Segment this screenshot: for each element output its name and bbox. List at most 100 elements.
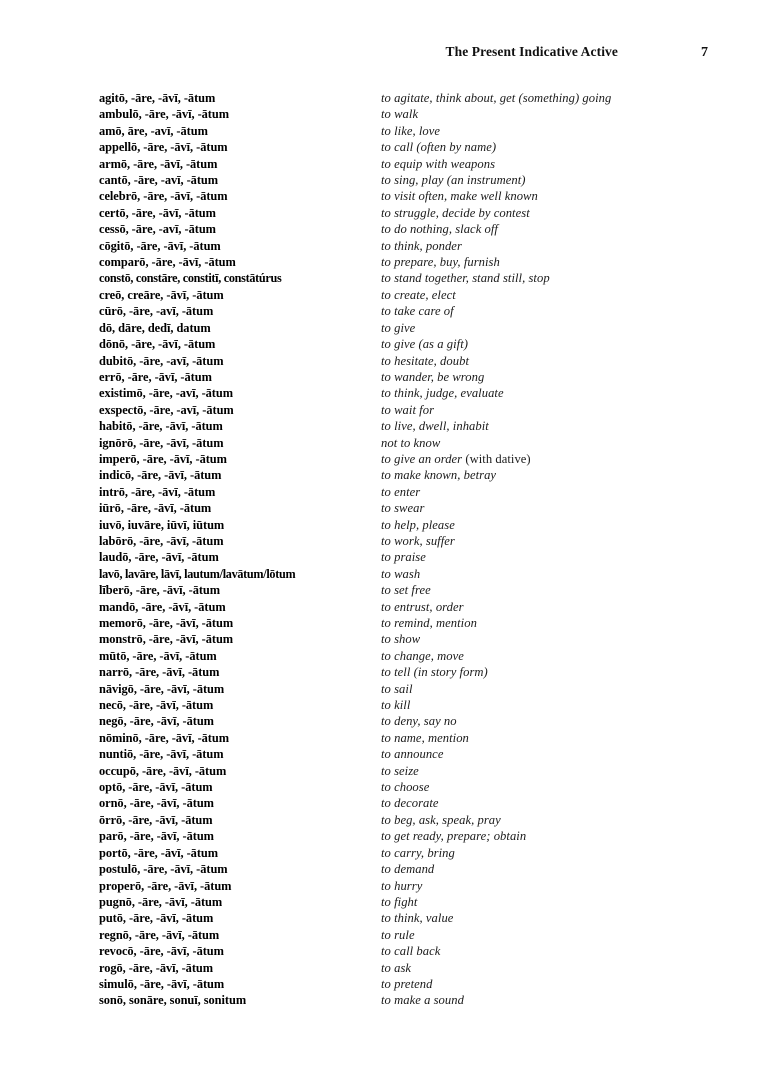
- english-meaning: to praise: [381, 550, 426, 565]
- vocabulary-entry: simulō, -āre, -āvī, -ātum to pretend: [99, 976, 699, 992]
- vocabulary-entry: dō, dāre, dedī, datum to give: [99, 320, 699, 336]
- principal-parts: creō, creāre, -āvī, -ātum: [99, 287, 224, 302]
- principal-parts: simulō, -āre, -āvī, -ātum: [99, 976, 225, 991]
- vocabulary-entry: postulō, -āre, -āvī, -ātum to demand: [99, 861, 699, 877]
- vocabulary-entry: cōgitō, -āre, -āvī, -ātum to think, ponde…: [99, 238, 699, 254]
- english-meaning: to beg, ask, speak, pray: [381, 812, 501, 827]
- vocabulary-entry: ambulō, -āre, -āvī, -ātum to walk: [99, 106, 699, 122]
- principal-parts: errō, -āre, -āvī, -ātum: [99, 369, 212, 384]
- english-meaning: to stand together, stand still, stop: [381, 271, 550, 286]
- vocabulary-entry: mūtō, -āre, -āvī, -ātum to change, move: [99, 648, 699, 664]
- principal-parts: amō, āre, -avī, -ātum: [99, 123, 208, 138]
- vocabulary-entry: dubitō, -āre, -avī, -ātum to hesitate, do…: [99, 353, 699, 369]
- running-head: The Present Indicative Active 7: [96, 44, 708, 66]
- principal-parts: sonō, sonāre, sonuī, sonitum: [99, 993, 247, 1008]
- principal-parts: optō, -āre, -āvī, -ātum: [99, 780, 213, 795]
- principal-parts: mūtō, -āre, -āvī, -ātum: [99, 648, 217, 663]
- principal-parts: līberō, -āre, -āvī, -ātum: [99, 583, 221, 598]
- meaning-text: to give an order: [381, 451, 466, 466]
- principal-parts: dō, dāre, dedī, datum: [99, 320, 211, 335]
- english-meaning: to sing, play (an instrument): [381, 173, 526, 188]
- vocabulary-entry: cessō, -āre, -avī, -ātum to do nothing, s…: [99, 221, 699, 237]
- vocabulary-entry: dōnō, -āre, -āvī, -ātum to give (as a gif…: [99, 336, 699, 352]
- vocabulary-entry: agitō, -āre, -āvī, -ātum to agitate, thin…: [99, 90, 699, 106]
- principal-parts: habitō, -āre, -āvī, -ātum: [99, 419, 223, 434]
- english-meaning: to remind, mention: [381, 616, 477, 630]
- vocabulary-entry: comparō, -āre, -āvī, -ātum to prepare, bu…: [99, 254, 699, 270]
- vocabulary-entry: lavō, lavāre, lāvī, lautum/lavātum/lōtum…: [99, 566, 699, 582]
- principal-parts: necō, -āre, -āvī, -ātum: [99, 698, 214, 713]
- vocabulary-entry: sonō, sonāre, sonuī, sonitum to make a so…: [99, 992, 699, 1008]
- vocabulary-entry: cantō, -āre, -avī, -ātum to sing, play (a…: [99, 172, 699, 188]
- principal-parts: dubitō, -āre, -avī, -ātum: [99, 353, 224, 368]
- english-meaning: to tell (in story form): [381, 665, 488, 680]
- english-meaning: to struggle, decide by contest: [381, 205, 530, 220]
- english-meaning: to give: [381, 320, 416, 335]
- vocabulary-entry: occupō, -āre, -āvī, -ātum to seize: [99, 763, 699, 779]
- english-meaning: to call back: [381, 944, 441, 959]
- vocabulary-entry: pugnō, -āre, -āvī, -ātum to fight: [99, 894, 699, 910]
- english-meaning: to decorate: [381, 796, 439, 811]
- vocabulary-entry: amō, āre, -avī, -ātum to like, love: [99, 123, 699, 139]
- english-meaning: to think, value: [381, 911, 454, 926]
- english-meaning: to seize: [381, 763, 419, 778]
- english-meaning: to swear: [381, 501, 425, 516]
- principal-parts: cessō, -āre, -avī, -ātum: [99, 222, 216, 237]
- principal-parts: pugnō, -āre, -āvī, -ātum: [99, 894, 223, 909]
- english-meaning: to get ready, prepare; obtain: [381, 829, 527, 844]
- principal-parts: ōrrō, -āre, -āvī, -ātum: [99, 812, 213, 827]
- principal-parts: nōminō, -āre, -āvī, -ātum: [99, 730, 229, 745]
- vocabulary-entry: exspectō, -āre, -avī, -ātum to wait for: [99, 402, 699, 418]
- english-meaning: to name, mention: [381, 730, 469, 745]
- english-meaning: to help, please: [381, 517, 455, 532]
- vocabulary-entry: monstrō, -āre, -āvī, -ātum to show: [99, 631, 699, 647]
- principal-parts: iuvō, iuvāre, iūvī, iūtum: [99, 517, 225, 532]
- principal-parts: portō, -āre, -āvī, -ātum: [99, 845, 219, 860]
- english-meaning: not to know: [381, 435, 441, 450]
- principal-parts: regnō, -āre, -āvī, -ātum: [99, 927, 220, 942]
- vocabulary-entry: properō, -āre, -āvī, -ātum to hurry: [99, 878, 699, 894]
- vocabulary-list: agitō, -āre, -āvī, -ātum to agitate, thin…: [99, 90, 699, 1009]
- principal-parts: nuntiō, -āre, -āvī, -ātum: [99, 747, 224, 762]
- principal-parts: occupō, -āre, -āvī, -ātum: [99, 763, 227, 778]
- vocabulary-entry: laudō, -āre, -āvī, -ātum to praise: [99, 549, 699, 565]
- principal-parts: lavō, lavāre, lāvī, lautum/lavātum/lōtum: [99, 566, 296, 581]
- english-meaning: to hesitate, doubt: [381, 353, 469, 368]
- principal-parts: intrō, -āre, -āvī, -ātum: [99, 484, 216, 499]
- english-meaning: to think, judge, evaluate: [381, 386, 504, 401]
- page-number: 7: [701, 45, 708, 60]
- vocabulary-entry: ignōrō, -āre, -āvī, -ātum not to know: [99, 435, 699, 451]
- principal-parts: imperō, -āre, -āvī, -ātum: [99, 451, 227, 466]
- english-meaning: to demand: [381, 862, 435, 877]
- english-meaning: to make known, betray: [381, 468, 497, 483]
- vocabulary-entry: portō, -āre, -āvī, -ātum to carry, bring: [99, 845, 699, 861]
- english-meaning: to rule: [381, 927, 415, 942]
- english-meaning: to take care of: [381, 304, 454, 319]
- english-meaning: to entrust, order: [381, 599, 464, 614]
- principal-parts: ignōrō, -āre, -āvī, -ātum: [99, 435, 224, 450]
- principal-parts: comparō, -āre, -āvī, -ātum: [99, 255, 236, 270]
- principal-parts: monstrō, -āre, -āvī, -ātum: [99, 632, 234, 647]
- english-meaning: to enter: [381, 484, 421, 499]
- english-meaning: to carry, bring: [381, 845, 455, 860]
- english-meaning: to do nothing, slack off: [381, 222, 498, 237]
- principal-parts: nāvigō, -āre, -āvī, -ātum: [99, 681, 225, 696]
- vocabulary-entry: indicō, -āre, -āvī, -ātum to make known, …: [99, 467, 699, 483]
- english-meaning: to like, love: [381, 123, 441, 138]
- page-title: The Present Indicative Active: [445, 44, 618, 59]
- principal-parts: indicō, -āre, -āvī, -ātum: [99, 468, 222, 483]
- principal-parts: ambulō, -āre, -āvī, -ātum: [99, 107, 229, 122]
- principal-parts: parō, -āre, -āvī, -ātum: [99, 829, 214, 844]
- vocabulary-entry: existimō, -āre, -avī, -ātum to think, jud…: [99, 385, 699, 401]
- vocabulary-entry: negō, -āre, -āvī, -ātum to deny, say no: [99, 713, 699, 729]
- vocabulary-entry: iūrō, -āre, -āvī, -ātum to swear: [99, 500, 699, 516]
- english-meaning: to make a sound: [381, 993, 464, 1008]
- english-meaning: to live, dwell, inhabit: [381, 419, 489, 434]
- vocabulary-entry: līberō, -āre, -āvī, -ātum to set free: [99, 582, 699, 598]
- english-meaning: to deny, say no: [381, 714, 457, 729]
- english-meaning: to agitate, think about, get (something)…: [381, 91, 612, 105]
- principal-parts: laudō, -āre, -āvī, -ātum: [99, 550, 219, 565]
- vocabulary-entry: certō, -āre, -āvī, -ātum to struggle, dec…: [99, 205, 699, 221]
- principal-parts: properō, -āre, -āvī, -ātum: [99, 878, 232, 893]
- english-meaning: to hurry: [381, 878, 423, 893]
